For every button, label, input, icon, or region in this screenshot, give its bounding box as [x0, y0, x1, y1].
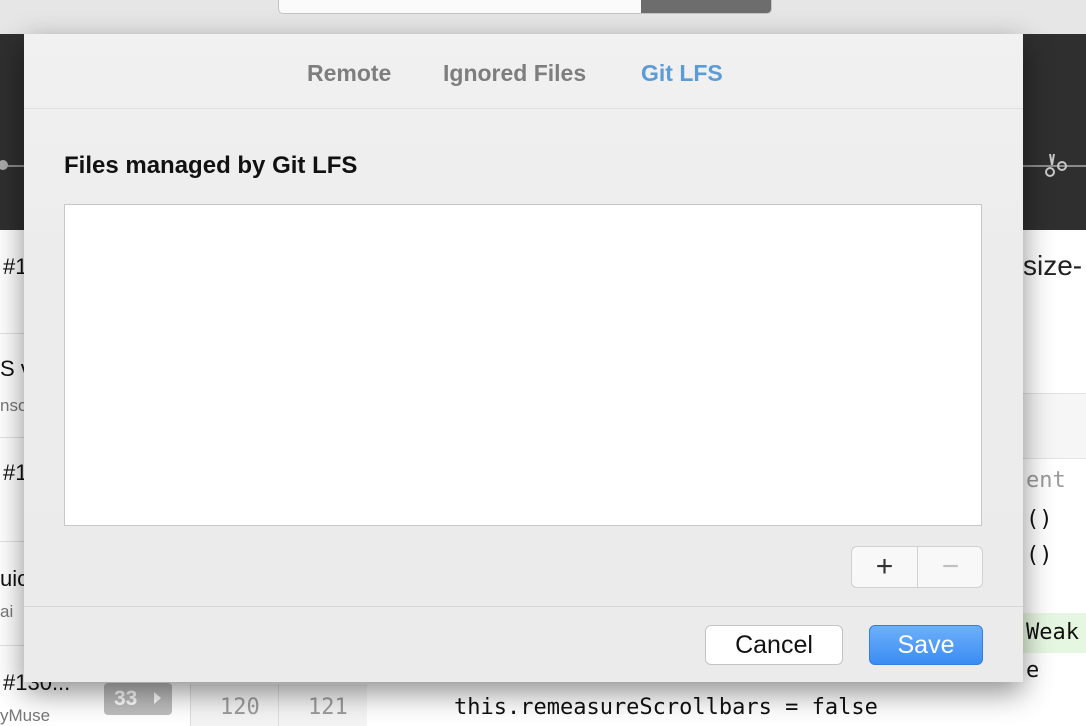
chevron-right-icon: [154, 692, 161, 704]
old-line-number: 120: [220, 695, 260, 720]
gutter-divider: [278, 684, 279, 726]
minus-icon: −: [941, 550, 960, 583]
footer-divider: [24, 606, 1023, 607]
plus-icon: +: [875, 550, 894, 583]
cancel-label: Cancel: [735, 630, 813, 659]
new-line-number: 121: [308, 695, 348, 720]
code-fragment: Weak: [1026, 620, 1079, 645]
lfs-file-list[interactable]: [64, 204, 982, 526]
tab-git-lfs[interactable]: Git LFS: [641, 60, 723, 87]
count-badge[interactable]: 33: [104, 683, 172, 715]
details-heading: size-: [1023, 250, 1083, 281]
segment-history[interactable]: [641, 0, 771, 13]
list-item-subtitle: yMuse: [0, 706, 51, 725]
add-button[interactable]: +: [852, 547, 918, 587]
remove-button[interactable]: −: [918, 547, 982, 587]
tab-ignored-files[interactable]: Ignored Files: [443, 60, 586, 87]
list-item-subtitle: ai: [0, 602, 14, 621]
code-fragment: e: [1026, 658, 1040, 683]
settings-tab-bar: Remote Ignored Files Git LFS: [24, 34, 1023, 109]
cancel-button[interactable]: Cancel: [705, 625, 843, 665]
repository-settings-dialog: Remote Ignored Files Git LFS Files manag…: [24, 34, 1023, 682]
code-fragment: ent: [1026, 468, 1066, 493]
file-header-bar: [1023, 393, 1086, 459]
view-segmented-control[interactable]: [278, 0, 772, 14]
tab-remote[interactable]: Remote: [307, 60, 391, 87]
badge-count: 33: [114, 687, 138, 710]
add-remove-control: + −: [851, 546, 983, 588]
diff-code-line: this.remeasureScrollbars = false: [454, 695, 878, 720]
scissors-icon[interactable]: [1040, 150, 1070, 180]
code-fragment: (): [1026, 543, 1053, 568]
section-title: Files managed by Git LFS: [64, 152, 358, 179]
save-label: Save: [897, 630, 955, 659]
code-fragment: (): [1026, 507, 1053, 532]
window-toolbar: [0, 0, 1086, 34]
save-button[interactable]: Save: [869, 625, 983, 665]
